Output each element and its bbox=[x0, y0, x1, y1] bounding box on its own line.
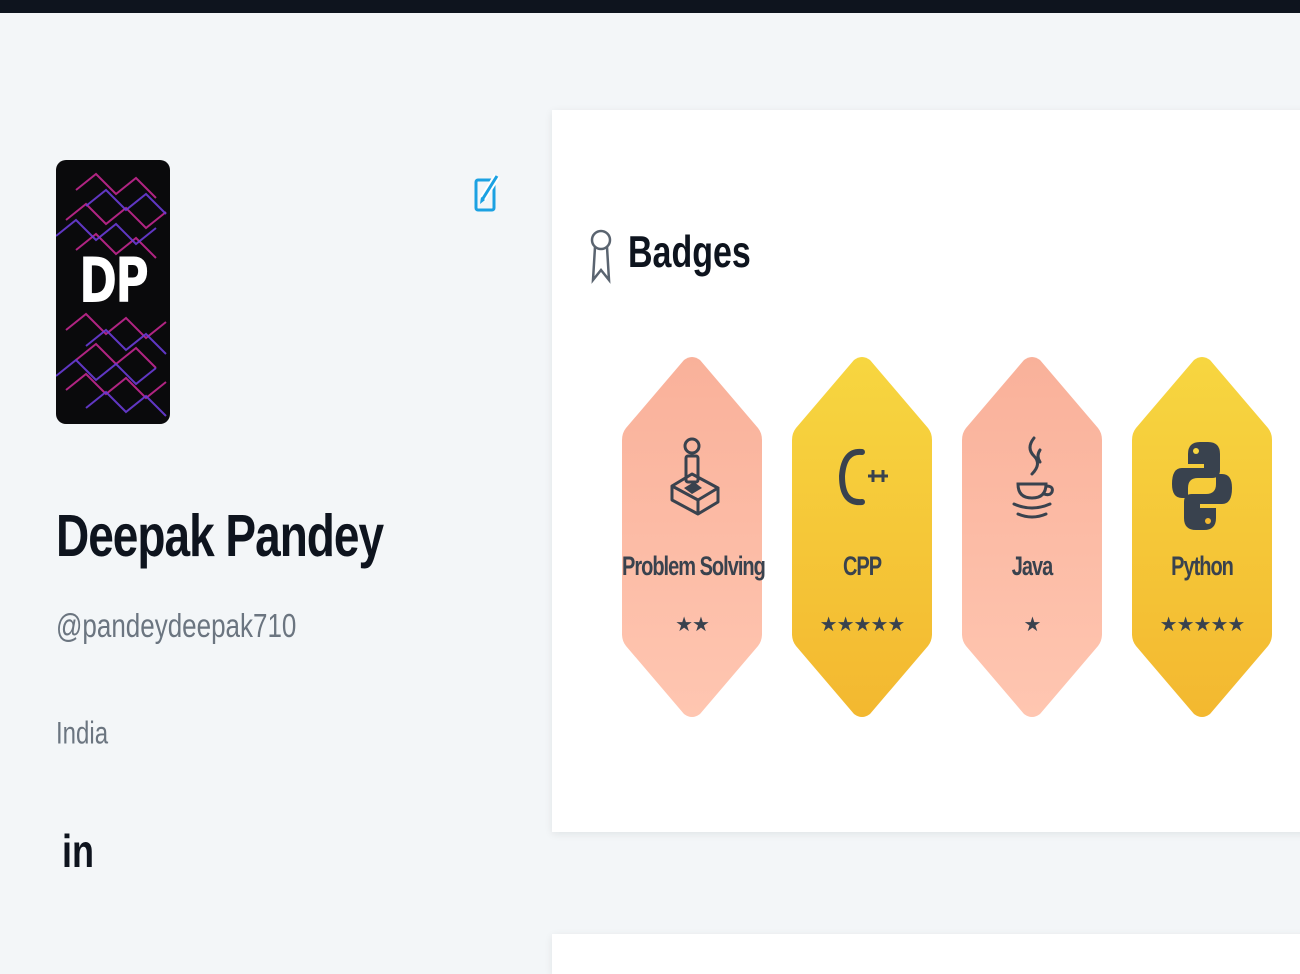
badge-problem-solving[interactable]: Problem Solving ★★ bbox=[622, 356, 766, 718]
profile-country: India bbox=[56, 716, 109, 752]
profile-name: Deepak Pandey bbox=[56, 501, 384, 569]
next-card bbox=[552, 934, 1300, 974]
python-icon bbox=[1132, 434, 1272, 534]
badge-python[interactable]: Python ★★★★★ bbox=[1132, 356, 1272, 718]
badges-list: Problem Solving ★★ CPP ★★★★★ Java ★ Pyth… bbox=[622, 356, 1282, 718]
top-navbar bbox=[0, 0, 1300, 13]
badge-label: Problem Solving bbox=[622, 552, 766, 582]
edit-icon bbox=[474, 174, 500, 212]
avatar-initials: DP bbox=[79, 244, 149, 317]
badge-cpp[interactable]: CPP ★★★★★ bbox=[792, 356, 932, 718]
cpp-icon bbox=[792, 434, 932, 534]
badge-label: Java bbox=[1011, 552, 1054, 582]
badges-card: Badges Problem Solving ★★ CPP ★★★★★ Java… bbox=[552, 110, 1300, 832]
joystick-icon bbox=[622, 434, 762, 534]
badge-hexagon bbox=[1132, 357, 1272, 717]
avatar: DP bbox=[56, 160, 170, 424]
badge-stars: ★★ bbox=[675, 614, 710, 636]
java-cup-icon bbox=[962, 434, 1102, 534]
ribbon-icon bbox=[590, 229, 612, 284]
badges-card-title: Badges bbox=[628, 228, 751, 278]
badge-hexagon bbox=[792, 357, 932, 717]
profile-username: @pandeydeepak710 bbox=[56, 606, 297, 645]
badge-stars: ★ bbox=[1023, 614, 1042, 636]
badge-hexagon bbox=[622, 357, 762, 717]
linkedin-link[interactable]: in bbox=[62, 824, 94, 879]
edit-profile-button[interactable] bbox=[470, 170, 502, 218]
badge-label: CPP bbox=[842, 552, 882, 582]
badge-stars: ★★★★★ bbox=[819, 614, 906, 636]
badge-hexagon bbox=[962, 357, 1102, 717]
badge-java[interactable]: Java ★ bbox=[962, 356, 1102, 718]
badge-stars: ★★★★★ bbox=[1159, 614, 1246, 636]
badge-label: Python bbox=[1171, 552, 1234, 582]
